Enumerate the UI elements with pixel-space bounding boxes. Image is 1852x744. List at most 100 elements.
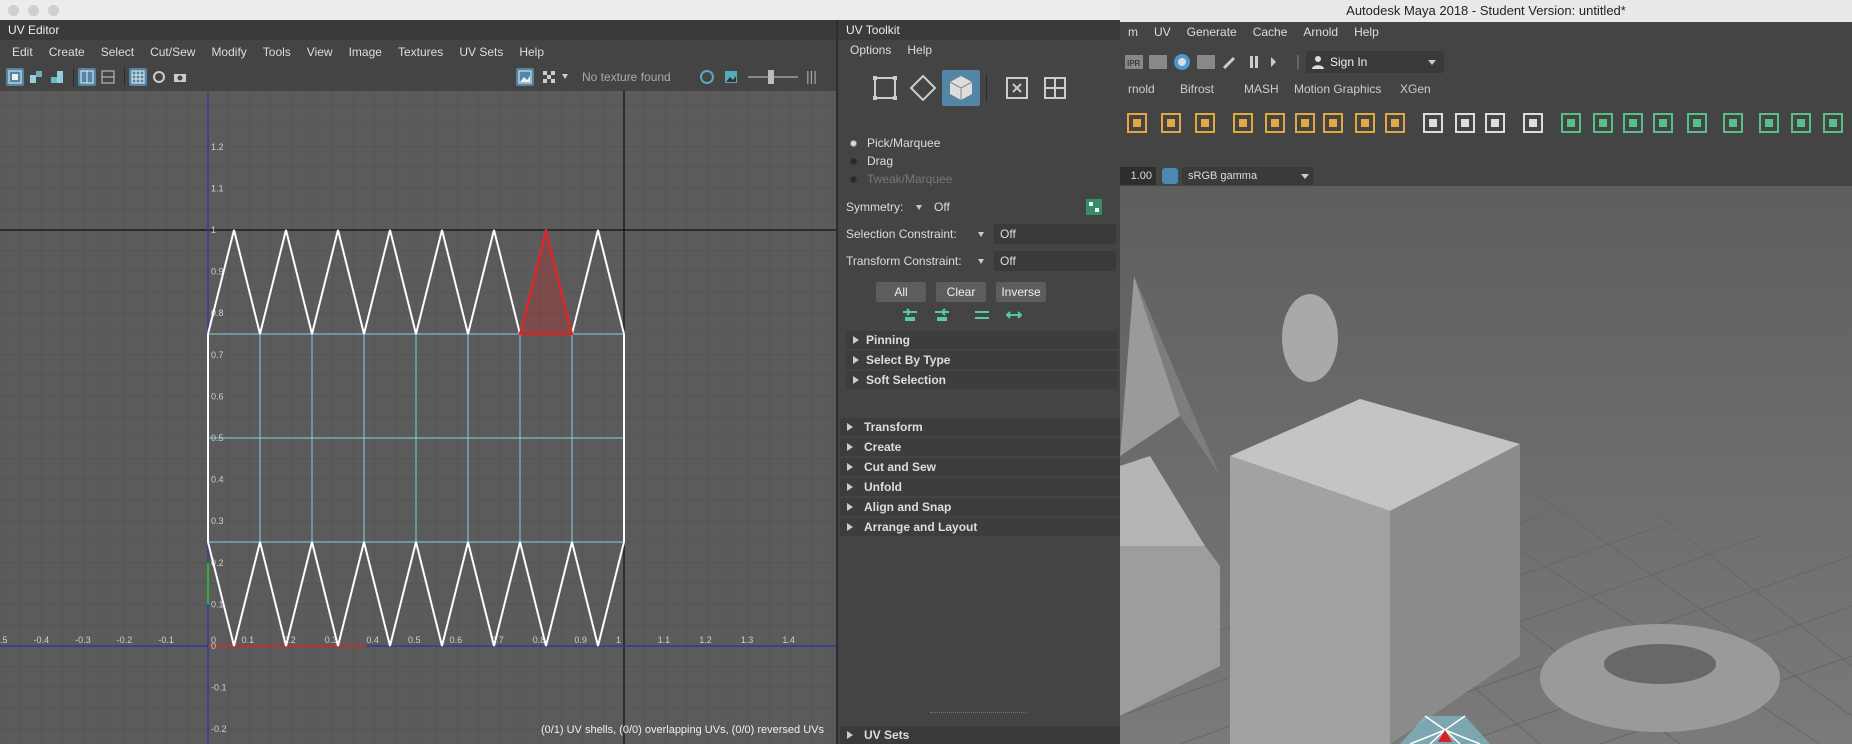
shelf-tab-bifrost[interactable]: Bifrost bbox=[1180, 82, 1214, 96]
inverse-selection-button[interactable]: Inverse bbox=[996, 282, 1046, 302]
select-loop-icon[interactable] bbox=[1005, 308, 1023, 322]
selection-constraint-dropdown[interactable]: Off bbox=[994, 224, 1116, 244]
face-mode-icon[interactable] bbox=[942, 70, 980, 106]
layout-icon[interactable] bbox=[1788, 110, 1814, 136]
section-pinning[interactable]: Pinning bbox=[846, 331, 1118, 349]
expand-arrow-icon[interactable] bbox=[847, 731, 853, 739]
color-management-icon[interactable] bbox=[698, 68, 716, 86]
expand-arrow-icon[interactable] bbox=[853, 376, 859, 384]
sign-in-button[interactable]: Sign In bbox=[1306, 51, 1444, 73]
multi-cut-icon[interactable] bbox=[1352, 110, 1378, 136]
expand-arrow-icon[interactable] bbox=[847, 443, 853, 451]
maya-menu-help[interactable]: Help bbox=[1346, 25, 1387, 39]
3d-viewport[interactable] bbox=[1120, 186, 1852, 744]
shelf-tab-rnold[interactable]: rnold bbox=[1128, 82, 1155, 96]
menu-help[interactable]: Help bbox=[899, 43, 940, 57]
merge-icon[interactable] bbox=[1382, 110, 1408, 136]
sphere-icon[interactable] bbox=[1262, 110, 1288, 136]
zoom-window-button[interactable] bbox=[48, 5, 59, 16]
expand-arrow-icon[interactable] bbox=[853, 336, 859, 344]
maya-menu-arnold[interactable]: Arnold bbox=[1295, 25, 1346, 39]
grid-snap-icon[interactable] bbox=[78, 68, 96, 86]
section-soft-selection[interactable]: Soft Selection bbox=[846, 371, 1118, 389]
planar-map-icon[interactable] bbox=[1620, 110, 1646, 136]
uv-menu-tools[interactable]: Tools bbox=[255, 45, 299, 59]
quad-draw-icon[interactable] bbox=[1420, 110, 1446, 136]
sphere-shape[interactable] bbox=[1282, 294, 1338, 382]
pause-icon[interactable] bbox=[1244, 52, 1264, 72]
shelf-tab-xgen[interactable]: XGen bbox=[1400, 82, 1431, 96]
section-align-and-snap[interactable]: Align and Snap bbox=[840, 498, 1120, 516]
clear-selection-button[interactable]: Clear bbox=[936, 282, 986, 302]
toolbar-overflow-icon[interactable]: ||| bbox=[806, 68, 817, 84]
grow-selection-icon[interactable] bbox=[902, 308, 918, 322]
uv-menu-create[interactable]: Create bbox=[41, 45, 93, 59]
colorspace-dropdown[interactable]: sRGB gamma bbox=[1182, 167, 1296, 185]
hypershade-icon[interactable] bbox=[1172, 52, 1192, 72]
shrink-selection-icon[interactable] bbox=[934, 308, 950, 322]
uv-menu-select[interactable]: Select bbox=[93, 45, 142, 59]
color-management-icon[interactable] bbox=[1162, 168, 1178, 184]
uv-grid-viewport[interactable]: -0.5-0.4-0.3-0.2-0.100.10.20.30.40.50.60… bbox=[0, 91, 836, 744]
image-display-icon[interactable] bbox=[516, 68, 534, 86]
uv-menu-cutsew[interactable]: Cut/Sew bbox=[142, 45, 203, 59]
expand-arrow-icon[interactable] bbox=[853, 356, 859, 364]
unfold-icon[interactable] bbox=[1756, 110, 1782, 136]
uv-menu-help[interactable]: Help bbox=[511, 45, 552, 59]
auto-map-icon[interactable] bbox=[1650, 110, 1676, 136]
close-window-button[interactable] bbox=[8, 5, 19, 16]
vertex-mode-icon[interactable] bbox=[866, 70, 904, 106]
uv-shell-icon[interactable] bbox=[6, 68, 24, 86]
insert-loop-icon[interactable] bbox=[1482, 110, 1508, 136]
section-arrange-and-layout[interactable]: Arrange and Layout bbox=[840, 518, 1120, 536]
uv-editor-icon[interactable] bbox=[1590, 110, 1616, 136]
transform-constraint-dropdown[interactable]: Off bbox=[994, 251, 1116, 271]
cut-uv-icon[interactable] bbox=[1684, 110, 1710, 136]
maya-menu-generate[interactable]: Generate bbox=[1179, 25, 1245, 39]
shelf-tab-motiongraphics[interactable]: Motion Graphics bbox=[1294, 82, 1381, 96]
section-select-by-type[interactable]: Select By Type bbox=[846, 351, 1118, 369]
expand-arrow-icon[interactable] bbox=[847, 483, 853, 491]
uv-menu-modify[interactable]: Modify bbox=[203, 45, 254, 59]
expand-right-icon[interactable] bbox=[1268, 52, 1280, 72]
chevron-down-icon[interactable] bbox=[978, 232, 984, 237]
checker-tile-icon[interactable] bbox=[540, 68, 558, 86]
exposure-slider-handle[interactable] bbox=[768, 70, 774, 84]
render-settings-icon[interactable] bbox=[1148, 52, 1168, 72]
distortion-icon[interactable] bbox=[48, 68, 66, 86]
sew-uv-icon[interactable] bbox=[1720, 110, 1746, 136]
expand-arrow-icon[interactable] bbox=[847, 503, 853, 511]
symmetry-dropdown[interactable]: Off bbox=[928, 197, 1048, 217]
gamma-field[interactable]: 1.00 bbox=[1120, 167, 1156, 185]
minimize-window-button[interactable] bbox=[28, 5, 39, 16]
uv-menu-edit[interactable]: Edit bbox=[4, 45, 41, 59]
uv-mode-icon[interactable] bbox=[1036, 70, 1074, 106]
radio-drag[interactable]: Drag bbox=[838, 152, 1118, 170]
radio-icon[interactable] bbox=[850, 139, 857, 147]
shelf-tab-mash[interactable]: MASH bbox=[1244, 82, 1279, 96]
expand-arrow-icon[interactable] bbox=[847, 523, 853, 531]
pixel-snap-icon[interactable] bbox=[150, 68, 168, 86]
radio-icon[interactable] bbox=[850, 175, 857, 183]
maya-menu-uv[interactable]: UV bbox=[1146, 25, 1179, 39]
soft-select-icon[interactable] bbox=[1558, 110, 1584, 136]
select-border-icon[interactable] bbox=[974, 308, 990, 322]
chevron-down-icon[interactable] bbox=[916, 205, 922, 210]
viewport-scene[interactable] bbox=[1120, 186, 1852, 744]
colorspace-chevron[interactable] bbox=[1296, 167, 1314, 185]
uv-menu-uvsets[interactable]: UV Sets bbox=[451, 45, 511, 59]
poly-plane-icon[interactable] bbox=[1158, 110, 1184, 136]
edge-mode-icon[interactable] bbox=[904, 70, 942, 106]
section-transform[interactable]: Transform bbox=[840, 418, 1120, 436]
bridge-icon[interactable] bbox=[1320, 110, 1346, 136]
uv-menu-view[interactable]: View bbox=[299, 45, 341, 59]
tools-icon[interactable] bbox=[1220, 52, 1240, 72]
uv-menu-textures[interactable]: Textures bbox=[390, 45, 451, 59]
radio-icon[interactable] bbox=[850, 157, 857, 165]
shaded-uv-icon[interactable] bbox=[27, 68, 45, 86]
ipr-render-icon[interactable]: IPR bbox=[1124, 52, 1144, 72]
poly-cube-icon[interactable] bbox=[1192, 110, 1218, 136]
expand-arrow-icon[interactable] bbox=[847, 463, 853, 471]
menu-options[interactable]: Options bbox=[842, 43, 899, 57]
paint-icon[interactable] bbox=[1520, 110, 1546, 136]
